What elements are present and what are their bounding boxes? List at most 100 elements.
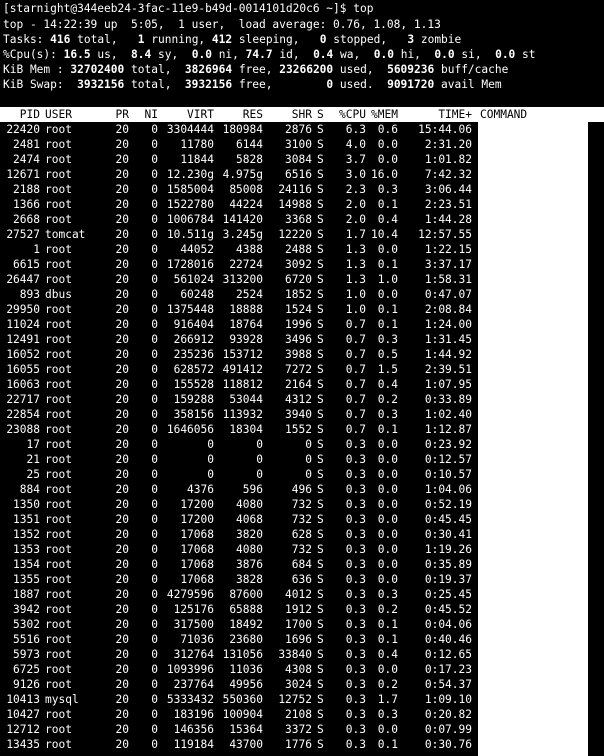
cpu-id: 74.7 [245, 48, 273, 61]
process-row[interactable]: 10427 root 20 0 183196 100904 2108 S 0.3 0.3 0:20.… [0, 707, 478, 722]
process-virt: 155528 [173, 378, 214, 391]
process-list: 22420 root 20 0 3304444 180984 2876 S 6.3 0.6 15:4… [0, 122, 478, 752]
process-row[interactable]: 1354 root 20 0 17068 3876 684 S 0.3 0.0 0:35.89 [0, 557, 478, 572]
process-row[interactable]: 16052 root 20 0 235236 153712 3988 S 0.7 0.5 1:44.… [0, 347, 478, 362]
col-user[interactable]: USER [45, 107, 105, 122]
process-pid: 22717 [6, 393, 40, 406]
process-row[interactable]: 3942 root 20 0 125176 65888 1912 S 0.3 0.2 0:45.52 [0, 602, 478, 617]
process-virt: 358156 [173, 408, 214, 421]
process-cpu: 1.3 [345, 258, 366, 271]
col-mem[interactable]: %MEM [366, 107, 398, 122]
process-user: root [45, 678, 72, 691]
process-row[interactable]: 22717 root 20 0 159288 53044 4312 S 0.7 0.2 0:33.8… [0, 392, 478, 407]
process-s: S [317, 288, 324, 301]
process-table-header: PID USER PR NI VIRT RES SHR S %CPU %MEM … [0, 107, 604, 122]
col-res[interactable]: RES [214, 107, 263, 122]
process-row[interactable]: 21 root 20 0 0 0 0 S 0.3 0.0 0:12.57 [0, 452, 478, 467]
process-cpu: 0.3 [345, 693, 366, 706]
process-time: 0:47.07 [424, 288, 472, 301]
col-time[interactable]: TIME+ [398, 107, 472, 122]
process-time: 0:45.45 [424, 513, 472, 526]
col-shr[interactable]: SHR [263, 107, 312, 122]
process-mem: 0.3 [377, 333, 398, 346]
process-row[interactable]: 1351 root 20 0 17200 4068 732 S 0.3 0.0 0:45.45 [0, 512, 478, 527]
process-res: 131056 [222, 648, 263, 661]
process-row[interactable]: 6615 root 20 0 1728016 22724 3092 S 1.3 0.1 3:37.1… [0, 257, 478, 272]
process-mem: 0.0 [377, 288, 398, 301]
process-row[interactable]: 1887 root 20 0 4279596 87600 4012 S 0.3 0.3 0:25.4… [0, 587, 478, 602]
process-row[interactable]: 16063 root 20 0 155528 118812 2164 S 0.7 0.4 1:07.… [0, 377, 478, 392]
process-row[interactable]: 2474 root 20 0 11844 5828 3084 S 3.7 0.0 1:01.82 [0, 152, 478, 167]
process-user: mysql [45, 693, 79, 706]
process-row[interactable]: 2188 root 20 0 1585004 85008 24116 S 2.3 0.3 3:06.… [0, 182, 478, 197]
process-row[interactable]: 22420 root 20 0 3304444 180984 2876 S 6.3 0.6 15:4… [0, 122, 478, 137]
process-row[interactable]: 27527 tomcat 20 0 10.511g 3.245g 12220 S 1.7 10.4… [0, 227, 478, 242]
process-pr: 20 [115, 423, 129, 436]
process-mem: 0.1 [377, 318, 398, 331]
process-ni: 0 [151, 333, 158, 346]
process-row[interactable]: 5973 root 20 0 312764 131056 33840 S 0.3 0.4 0:12.… [0, 647, 478, 662]
process-row[interactable]: 13435 root 20 0 119184 43700 1776 S 0.3 0.1 0:30.7… [0, 737, 478, 752]
process-pr: 20 [115, 153, 129, 166]
process-row[interactable]: 1352 root 20 0 17068 3820 628 S 0.3 0.0 0:30.41 [0, 527, 478, 542]
col-pid[interactable]: PID [0, 107, 40, 122]
process-time: 3:06.44 [424, 183, 472, 196]
process-pid: 2474 [13, 153, 40, 166]
col-cpu[interactable]: %CPU [327, 107, 366, 122]
terminal-window[interactable]: [starnight@344eeb24-3fac-11e9-b49d-00141… [0, 0, 604, 756]
process-time: 0:52.19 [424, 498, 472, 511]
process-s: S [317, 648, 324, 661]
process-row[interactable]: 1 root 20 0 44052 4388 2488 S 1.3 0.0 1:22.15 [0, 242, 478, 257]
process-row[interactable]: 12712 root 20 0 146356 15364 3372 S 0.3 0.0 0:07.9… [0, 722, 478, 737]
col-pr[interactable]: PR [106, 107, 129, 122]
process-shr: 1524 [285, 303, 312, 316]
process-row[interactable]: 2481 root 20 0 11780 6144 3100 S 4.0 0.0 2:31.20 [0, 137, 478, 152]
process-row[interactable]: 12671 root 20 0 12.230g 4.975g 6516 S 3.0 16.0 7:4… [0, 167, 478, 182]
process-row[interactable]: 12491 root 20 0 266912 93928 3496 S 0.7 0.3 1:31.4… [0, 332, 478, 347]
process-row[interactable]: 10413 mysql 20 0 5333432 550360 12752 S 0.3 1.7 1:… [0, 692, 478, 707]
process-row[interactable]: 1366 root 20 0 1522780 44224 14988 S 2.0 0.1 2:23.… [0, 197, 478, 212]
process-row[interactable]: 25 root 20 0 0 0 0 S 0.3 0.0 0:10.57 [0, 467, 478, 482]
process-virt: 1522780 [166, 198, 214, 211]
process-row[interactable]: 5516 root 20 0 71036 23680 1696 S 0.3 0.1 0:40.46 [0, 632, 478, 647]
process-row[interactable]: 22854 root 20 0 358156 113932 3940 S 0.7 0.3 1:02.… [0, 407, 478, 422]
process-cpu: 2.0 [345, 213, 366, 226]
process-pr: 20 [115, 573, 129, 586]
process-user: root [45, 438, 72, 451]
process-row[interactable]: 11024 root 20 0 916404 18764 1996 S 0.7 0.1 1:24.0… [0, 317, 478, 332]
process-res: 93928 [229, 333, 263, 346]
col-command[interactable]: COMMAND [480, 107, 600, 122]
tasks-zombie: 3 [407, 33, 415, 46]
col-s[interactable]: S [317, 107, 326, 122]
process-row[interactable]: 29950 root 20 0 1375448 18888 1524 S 1.0 0.1 2:08.… [0, 302, 478, 317]
process-ni: 0 [151, 483, 158, 496]
process-row[interactable]: 1350 root 20 0 17200 4080 732 S 0.3 0.0 0:52.19 [0, 497, 478, 512]
process-row[interactable]: 884 root 20 0 4376 596 496 S 0.3 0.0 1:04.06 [0, 482, 478, 497]
process-row[interactable]: 16055 root 20 0 628572 491412 7272 S 0.7 1.5 2:39.… [0, 362, 478, 377]
process-res: 85008 [229, 183, 263, 196]
process-pr: 20 [115, 693, 129, 706]
process-s: S [317, 243, 324, 256]
col-virt[interactable]: VIRT [158, 107, 214, 122]
process-s: S [317, 123, 324, 136]
col-ni[interactable]: NI [130, 107, 158, 122]
process-row[interactable]: 26447 root 20 0 561024 313200 6720 S 1.3 1.0 1:58.… [0, 272, 478, 287]
tasks-running-label: running, [151, 33, 206, 46]
process-res: 4080 [236, 543, 263, 556]
process-row[interactable]: 6725 root 20 0 1093996 11036 4308 S 0.3 0.0 0:17.2… [0, 662, 478, 677]
process-row[interactable]: 1353 root 20 0 17068 4080 732 S 0.3 0.0 1:19.26 [0, 542, 478, 557]
process-mem: 1.5 [377, 363, 398, 376]
process-pr: 20 [115, 213, 129, 226]
process-row[interactable]: 5302 root 20 0 317500 18492 1700 S 0.3 0.1 0:04.06 [0, 617, 478, 632]
process-row[interactable]: 893 dbus 20 0 60248 2524 1852 S 1.0 0.0 0:47.07 [0, 287, 478, 302]
process-cpu: 1.0 [345, 303, 366, 316]
process-row[interactable]: 17 root 20 0 0 0 0 S 0.3 0.0 0:23.92 [0, 437, 478, 452]
process-user: root [45, 633, 72, 646]
process-row[interactable]: 23088 root 20 0 1646056 18304 1552 S 0.7 0.1 1:12.… [0, 422, 478, 437]
tasks-sleeping-label: sleeping, [238, 33, 300, 46]
process-row[interactable]: 1355 root 20 0 17068 3828 636 S 0.3 0.0 0:19.37 [0, 572, 478, 587]
process-res: 4388 [236, 243, 263, 256]
process-row[interactable]: 2668 root 20 0 1006784 141420 3368 S 2.0 0.4 1:44.… [0, 212, 478, 227]
process-row[interactable]: 9126 root 20 0 237764 49956 3024 S 0.3 0.2 0:54.37 [0, 677, 478, 692]
process-user: root [45, 393, 72, 406]
